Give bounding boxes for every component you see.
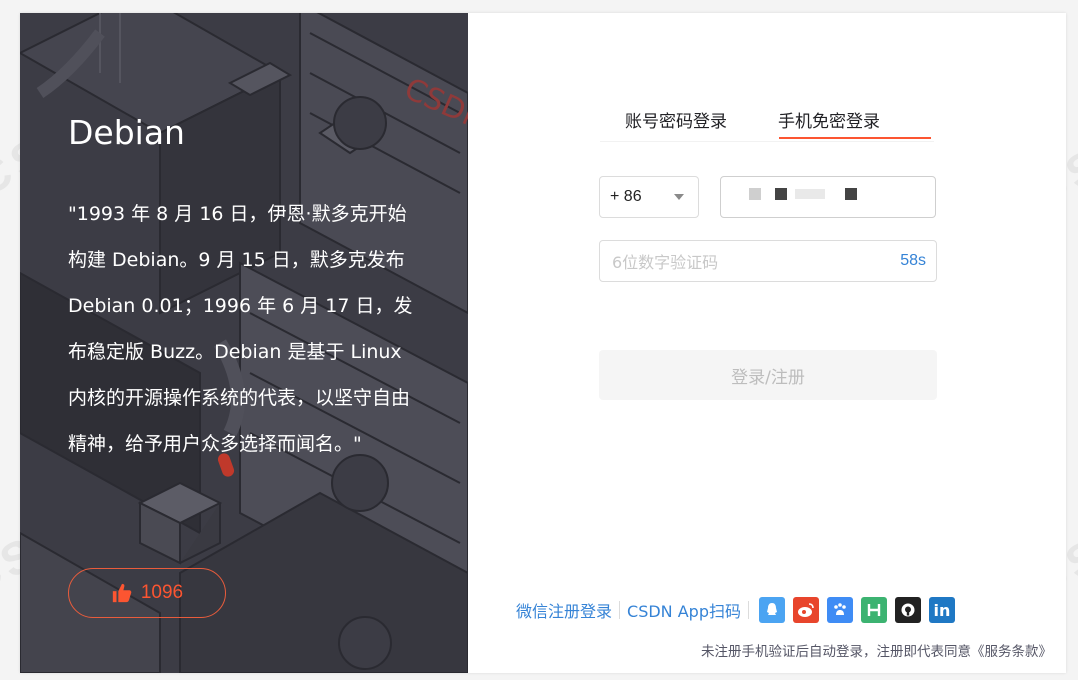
- divider: [747, 601, 749, 619]
- like-button[interactable]: 1096: [68, 568, 226, 618]
- app-scan-login-link[interactable]: CSDN App扫码: [627, 598, 741, 622]
- divider: [619, 601, 621, 619]
- tab-sms-login[interactable]: 手机免密登录: [778, 107, 880, 132]
- agreement-notice: 未注册手机验证后自动登录，注册即代表同意《服务条款》: [701, 640, 1052, 660]
- sms-code-input[interactable]: [610, 249, 854, 275]
- terms-of-service-link[interactable]: 《服务条款》: [971, 644, 1052, 660]
- html5-icon[interactable]: [860, 597, 887, 623]
- like-count: 1096: [140, 582, 184, 603]
- weibo-icon[interactable]: [792, 597, 819, 623]
- quote-title: Debian: [68, 113, 185, 152]
- chevron-down-icon: [674, 194, 684, 200]
- country-code-value: + 86: [610, 188, 642, 205]
- masked-phone-number: [749, 188, 859, 200]
- phone-input[interactable]: [720, 176, 936, 218]
- login-tabs: 账号密码登录 手机免密登录: [600, 101, 934, 142]
- sms-code-field: 58s: [599, 240, 937, 282]
- country-code-select[interactable]: + 86: [599, 176, 699, 218]
- wechat-login-link[interactable]: 微信注册登录: [516, 598, 612, 622]
- other-login-methods: 微信注册登录 CSDN App扫码 in: [516, 593, 963, 627]
- login-panel: 账号密码登录 手机免密登录 + 86 58s 登录/注册 微信注册登录 CSDN…: [468, 13, 1066, 673]
- github-icon[interactable]: [894, 597, 921, 623]
- quote-panel: CSDN Debian "1993 年 8 月 16 日，伊恩·默多克开始构建 …: [20, 13, 468, 673]
- resend-countdown: 58s: [900, 252, 926, 269]
- qq-icon[interactable]: [758, 597, 785, 623]
- active-tab-indicator: [779, 137, 931, 139]
- tab-password-login[interactable]: 账号密码登录: [625, 107, 727, 132]
- linkedin-icon[interactable]: in: [928, 597, 955, 623]
- agreement-text: 未注册手机验证后自动登录，注册即代表同意: [701, 644, 971, 660]
- thumbs-up-icon: [112, 583, 132, 603]
- quote-text: "1993 年 8 月 16 日，伊恩·默多克开始构建 Debian。9 月 1…: [68, 203, 413, 455]
- login-register-button[interactable]: 登录/注册: [599, 350, 937, 400]
- login-dialog: CSDN Debian "1993 年 8 月 16 日，伊恩·默多克开始构建 …: [20, 13, 1066, 673]
- baidu-icon[interactable]: [826, 597, 853, 623]
